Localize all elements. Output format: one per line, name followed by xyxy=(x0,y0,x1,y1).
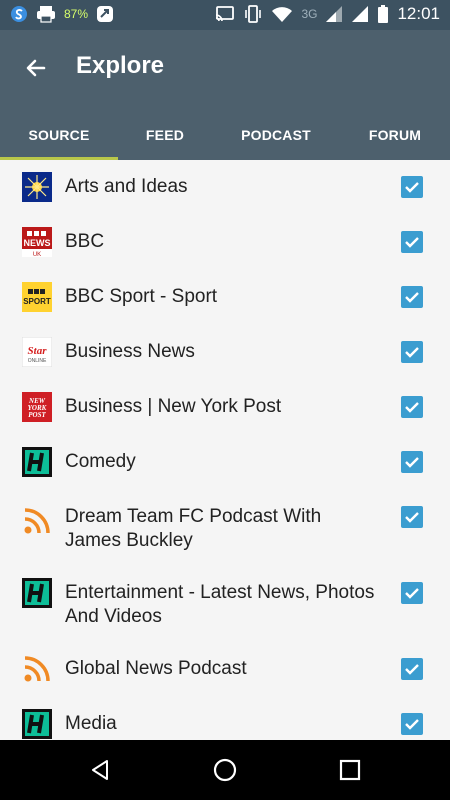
svg-text:UK: UK xyxy=(33,252,41,257)
vibrate-icon xyxy=(243,5,263,23)
bbc-sport-icon: SPORT xyxy=(22,282,52,312)
notification-app-icon xyxy=(96,5,114,23)
source-label: Entertainment - Latest News, Photos And … xyxy=(65,582,375,627)
source-checkbox[interactable] xyxy=(401,658,423,680)
source-label: Business | New York Post xyxy=(65,396,282,417)
checkmark-icon xyxy=(405,588,419,599)
list-item[interactable]: NEWS UK BBC xyxy=(0,215,450,270)
recents-icon xyxy=(339,759,361,781)
tab-podcast[interactable]: PODCAST xyxy=(212,110,340,160)
huffpost-icon xyxy=(22,709,52,739)
rss-icon xyxy=(22,654,52,684)
source-label: Media xyxy=(65,713,117,734)
svg-text:ONLINE: ONLINE xyxy=(28,358,47,364)
back-button[interactable] xyxy=(20,52,52,84)
list-item[interactable]: NEW YORK POST Business | New York Post xyxy=(0,380,450,435)
list-item[interactable]: Entertainment - Latest News, Photos And … xyxy=(0,566,450,642)
tab-label: SOURCE xyxy=(28,127,90,143)
arts-ideas-icon xyxy=(22,172,52,202)
source-checkbox[interactable] xyxy=(401,286,423,308)
list-item[interactable]: Media xyxy=(0,697,450,740)
tab-label: FEED xyxy=(145,127,185,143)
checkmark-icon xyxy=(405,512,419,523)
source-checkbox[interactable] xyxy=(401,582,423,604)
source-checkbox[interactable] xyxy=(401,341,423,363)
checkmark-icon xyxy=(405,719,419,730)
s-app-icon xyxy=(10,5,28,23)
source-checkbox[interactable] xyxy=(401,396,423,418)
checkmark-icon xyxy=(405,402,419,413)
source-checkbox[interactable] xyxy=(401,451,423,473)
home-icon xyxy=(213,758,237,782)
list-item[interactable]: Dream Team FC Podcast With James Buckley xyxy=(0,490,450,566)
printer-icon xyxy=(36,5,56,23)
source-label: Comedy xyxy=(65,451,136,472)
checkmark-icon xyxy=(405,457,419,468)
svg-text:Star: Star xyxy=(28,345,48,357)
list-item[interactable]: SPORT BBC Sport - Sport xyxy=(0,270,450,325)
checkmark-icon xyxy=(405,664,419,675)
cast-icon xyxy=(215,6,235,22)
svg-text:NEWS: NEWS xyxy=(24,238,51,248)
source-checkbox[interactable] xyxy=(401,231,423,253)
svg-text:POST: POST xyxy=(28,411,46,419)
nav-recents-button[interactable] xyxy=(330,750,370,790)
clock: 12:01 xyxy=(397,4,440,23)
status-bar: 87% 3G 12:01 xyxy=(0,0,450,30)
star-online-icon: Star ONLINE xyxy=(21,336,53,368)
checkmark-icon xyxy=(405,237,419,248)
rss-icon xyxy=(22,506,52,536)
list-item[interactable]: Comedy xyxy=(0,435,450,490)
source-label: BBC xyxy=(65,231,105,252)
battery-small-icon: 87% xyxy=(64,7,88,21)
app-bar: Explore SOURCE FEED PODCAST FORUM xyxy=(0,30,450,160)
svg-text:SPORT: SPORT xyxy=(23,297,51,306)
battery-percent: 87% xyxy=(64,7,89,21)
huffpost-icon xyxy=(22,447,52,477)
list-item[interactable]: Global News Podcast xyxy=(0,642,450,697)
source-list: Arts and Ideas NEWS UK BBC SPORT BBC Spor… xyxy=(0,160,450,740)
checkmark-icon xyxy=(405,347,419,358)
bbc-news-icon: NEWS UK xyxy=(22,227,52,258)
source-label: Dream Team FC Podcast With James Buckley xyxy=(65,506,322,551)
source-label: BBC Sport - Sport xyxy=(65,286,218,307)
wifi-icon xyxy=(271,5,293,23)
checkmark-icon xyxy=(405,292,419,303)
source-label: Arts and Ideas xyxy=(65,176,188,197)
back-icon xyxy=(92,760,108,780)
source-label: Business News xyxy=(65,341,195,362)
tab-label: FORUM xyxy=(368,127,422,143)
nav-back-button[interactable] xyxy=(80,750,120,790)
status-left: 87% xyxy=(10,5,114,23)
tab-label: PODCAST xyxy=(241,127,311,143)
battery-icon xyxy=(377,5,389,23)
new-york-post-icon: NEW YORK POST xyxy=(22,392,52,422)
page-title: Explore xyxy=(76,52,165,79)
tab-bar: SOURCE FEED PODCAST FORUM xyxy=(0,110,450,160)
tab-forum[interactable]: FORUM xyxy=(340,110,450,160)
arrow-back-icon xyxy=(26,59,46,77)
tab-feed[interactable]: FEED xyxy=(118,110,212,160)
navigation-bar xyxy=(0,740,450,800)
list-item[interactable]: Star ONLINE Business News xyxy=(0,325,450,380)
checkmark-icon xyxy=(405,182,419,193)
source-checkbox[interactable] xyxy=(401,176,423,198)
source-checkbox[interactable] xyxy=(401,713,423,735)
status-right: 3G 12:01 xyxy=(215,4,440,24)
nav-home-button[interactable] xyxy=(205,750,245,790)
source-checkbox[interactable] xyxy=(401,506,423,528)
list-item[interactable]: Arts and Ideas xyxy=(0,160,450,215)
signal-icon xyxy=(325,5,343,23)
huffpost-icon xyxy=(22,578,52,608)
network-type: 3G xyxy=(301,7,318,21)
signal-icon xyxy=(351,5,369,23)
source-label: Global News Podcast xyxy=(65,658,247,679)
tab-source[interactable]: SOURCE xyxy=(0,110,118,160)
